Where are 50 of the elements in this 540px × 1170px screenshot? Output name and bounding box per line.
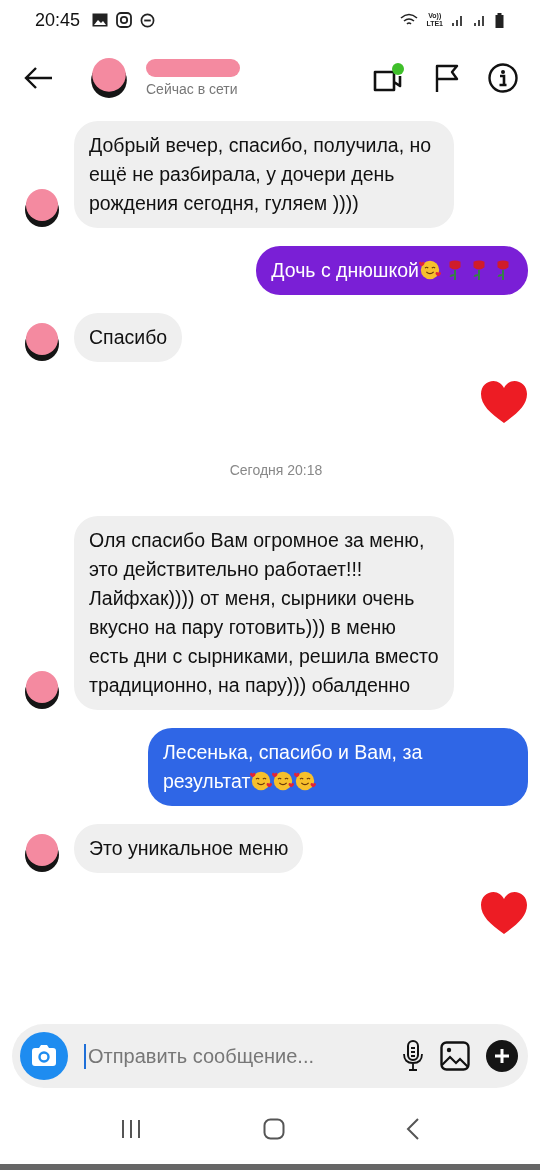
camera-app-icon [116,12,133,28]
home-icon [263,1118,285,1140]
avatar [90,56,128,99]
info-button[interactable] [488,62,518,93]
recent-apps-button[interactable] [120,1119,143,1139]
camera-icon [30,1044,58,1068]
signal-icon [451,13,465,27]
back-nav-button[interactable] [405,1118,420,1140]
image-icon [440,1041,470,1071]
add-button[interactable] [486,1040,518,1072]
avatar [24,188,60,228]
signal-icon [473,13,487,27]
clock: 20:45 [35,9,81,31]
do-not-disturb-icon [140,12,156,28]
message-bubble: Это уникальное меню [74,824,304,873]
video-call-icon [372,61,406,94]
camera-button[interactable] [20,1032,68,1080]
avatar [24,833,60,873]
gallery-button[interactable] [440,1041,470,1071]
message-bubble: Оля спасибо Вам огромное за меню, это действительно работает!!! Лайфхак)))) от меня, сырники очень вкусно на пару готовить))) в меню есть дни с сырниками, решила вместо традиционно, на пару))) обалденно [74,516,454,710]
video-call-button[interactable] [372,61,406,94]
battery-icon [495,12,504,28]
smiling-face-icon [250,770,273,792]
avatar [24,670,60,710]
chevron-left-icon [405,1118,420,1140]
microphone-icon [402,1040,424,1072]
timestamp: Сегодня 20:18 [228,462,324,478]
heart-icon [480,891,528,935]
info-icon [488,62,518,93]
smiling-face-icon [419,259,441,281]
message-bubble: Добрый вечер, спасибо, получила, но ещё не разбирала, у дочери день рождения сегодня, гуляем )))) [74,121,454,228]
online-status: Сейчас в сети [146,80,239,97]
message-input[interactable]: Отправить сообщение... [84,1043,386,1069]
smiling-face-icon [272,770,295,792]
wifi-icon [400,13,419,27]
report-button[interactable] [434,62,460,93]
avatar [24,322,60,362]
message-bubble: Спасибо [74,313,183,362]
back-arrow-icon [24,65,54,90]
message-bubble: Лесенька, спасибо и Вам, за результат [148,728,528,806]
back-button[interactable] [24,65,54,90]
heart-icon [480,380,528,424]
message-bubble: Дочь с днюшкой [256,246,528,295]
microphone-button[interactable] [402,1040,424,1072]
flag-icon [434,62,460,93]
home-button[interactable] [263,1118,285,1140]
plus-icon [486,1040,518,1072]
smiling-face-icon [294,770,317,792]
recent-apps-icon [120,1119,143,1139]
image-icon [92,13,109,27]
